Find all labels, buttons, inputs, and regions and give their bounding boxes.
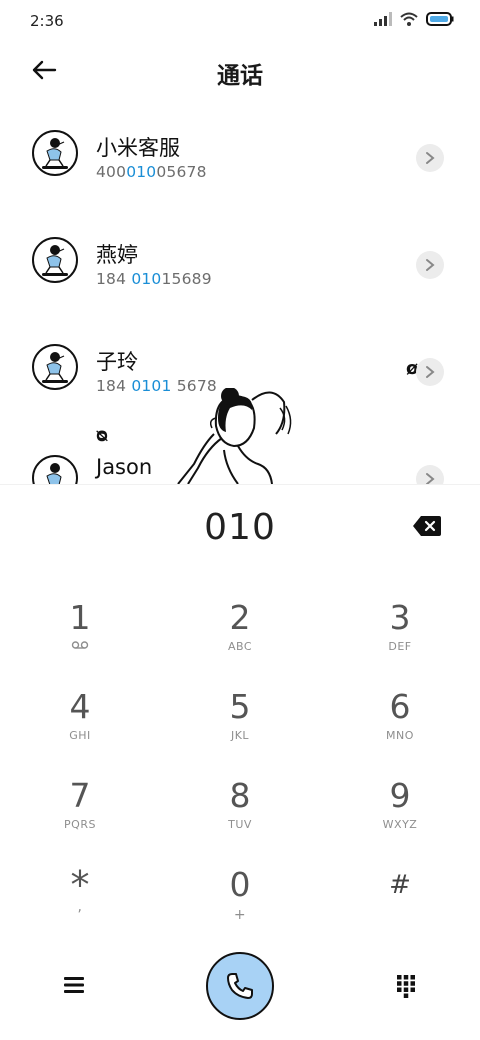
contact-number: 184 01015689 [96, 270, 212, 288]
girl-illustration [168, 388, 298, 484]
key-9[interactable]: 9 WXYZ [340, 776, 460, 856]
dialpad-icon [397, 975, 415, 998]
battery-icon [426, 12, 454, 26]
key-3[interactable]: 3 DEF [340, 598, 460, 678]
key-digit: # [389, 870, 411, 900]
key-letters: , [77, 899, 83, 915]
bottom-bar [0, 950, 480, 1030]
key-7[interactable]: 7 PQRS [20, 776, 140, 856]
key-letters: GHI [69, 729, 91, 742]
status-bar: 2:36 [0, 0, 480, 40]
key-digit: 0 [229, 865, 251, 904]
key-digit: 1 [69, 598, 91, 637]
menu-icon [64, 977, 84, 993]
key-digit: 7 [69, 776, 91, 815]
key-letters: PQRS [64, 818, 96, 831]
key-digit: 4 [69, 687, 91, 726]
header: 通话 [0, 40, 480, 102]
key-digit: 2 [229, 598, 251, 637]
chevron-right-icon [426, 366, 435, 378]
key-letters: DEF [388, 640, 412, 653]
key-digit: 6 [389, 687, 411, 726]
avatar [32, 455, 78, 484]
avatar [32, 130, 78, 176]
key-4[interactable]: 4 GHI [20, 687, 140, 767]
key-6[interactable]: 6 MNO [340, 687, 460, 767]
contact-name: Jason [96, 455, 153, 479]
contact-detail-button[interactable] [416, 144, 444, 172]
call-button[interactable] [206, 952, 274, 1020]
signal-icon [374, 12, 392, 26]
key-letters: TUV [228, 818, 252, 831]
contact-detail-button[interactable] [416, 358, 444, 386]
chevron-right-icon [426, 152, 435, 164]
menu-button[interactable] [58, 972, 90, 998]
key-digit: 5 [229, 687, 251, 726]
key-2[interactable]: 2 ABC [180, 598, 300, 678]
dial-display: 010 [0, 484, 480, 568]
key-hash[interactable]: # [340, 865, 460, 945]
chevron-right-icon [426, 259, 435, 271]
key-letters: WXYZ [382, 818, 418, 831]
wifi-icon [400, 12, 418, 26]
delete-button[interactable] [412, 515, 442, 537]
contact-detail-button[interactable] [416, 251, 444, 279]
avatar [32, 237, 78, 283]
key-digit: 9 [389, 776, 411, 815]
avatar [32, 344, 78, 390]
scribble-mark: ᴓ [96, 425, 108, 446]
voicemail-icon [20, 640, 140, 654]
chevron-right-icon [426, 473, 435, 484]
dialpad-toggle-button[interactable] [392, 972, 420, 1000]
key-letters: MNO [386, 729, 414, 742]
backspace-icon [413, 516, 441, 536]
key-letters [340, 907, 460, 921]
page-title: 通话 [217, 63, 263, 89]
key-letters: + [233, 907, 247, 923]
key-star[interactable]: * , [20, 863, 140, 945]
contact-detail-button[interactable] [416, 465, 444, 484]
status-icons [374, 12, 454, 26]
key-1[interactable]: 1 [20, 598, 140, 678]
key-0[interactable]: 0 + [180, 865, 300, 945]
status-time: 2:36 [30, 12, 64, 30]
contact-name: 燕婷 [96, 243, 138, 267]
contact-list: 小米客服 40001005678 燕婷 184 01015689 子玲 184 … [0, 104, 480, 484]
key-letters: ABC [227, 640, 253, 653]
key-5[interactable]: 5 JKL [180, 687, 300, 767]
contact-number: 40001005678 [96, 163, 207, 181]
contact-name: 小米客服 [96, 136, 180, 160]
contact-item[interactable]: 小米客服 40001005678 [0, 104, 480, 211]
key-digit: 8 [229, 776, 251, 815]
contact-item[interactable]: 燕婷 184 01015689 [0, 211, 480, 318]
key-8[interactable]: 8 TUV [180, 776, 300, 856]
key-letters: JKL [230, 729, 250, 742]
dialed-number: 010 [204, 507, 276, 548]
contact-name: 子玲 [96, 350, 138, 374]
key-digit: 3 [389, 598, 411, 637]
phone-icon [227, 973, 253, 999]
